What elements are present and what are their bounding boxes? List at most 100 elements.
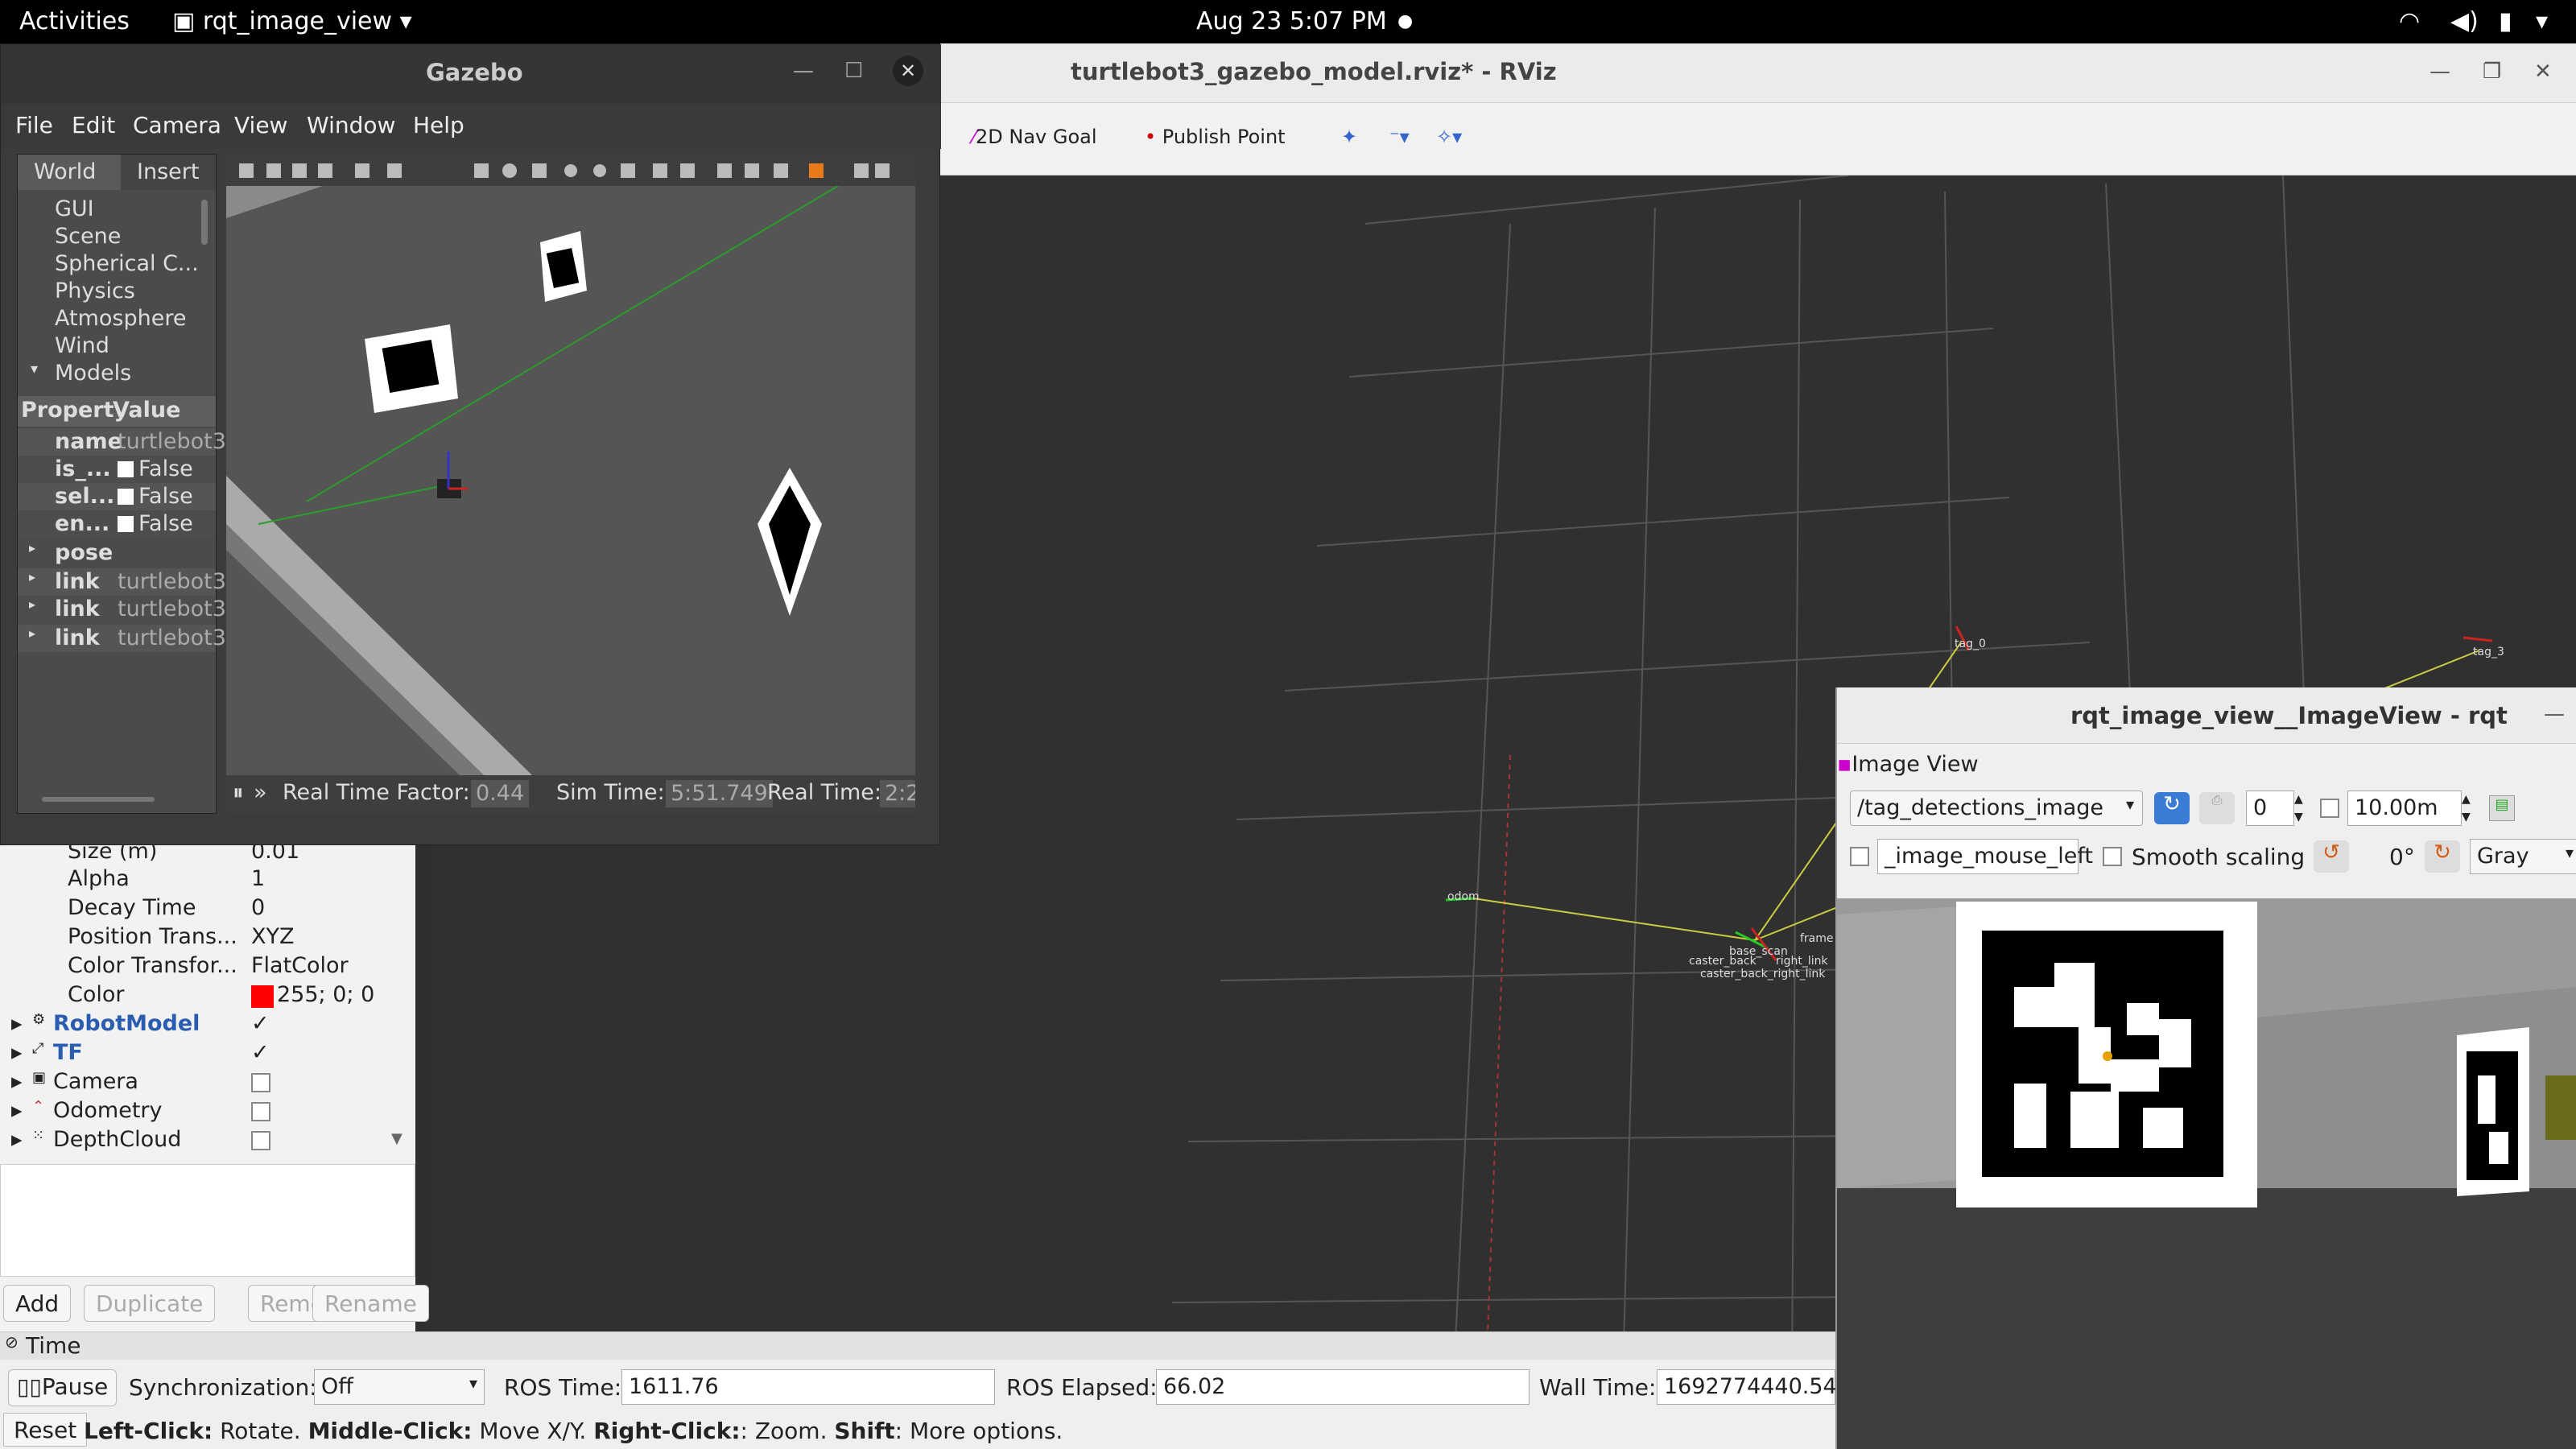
step-icon[interactable]: » (254, 780, 267, 805)
tool-options-icon[interactable]: ✧▾ (1436, 126, 1462, 148)
expand-arrow-icon[interactable]: ▸ (29, 540, 35, 555)
add-tool-icon[interactable]: ✦ (1341, 126, 1357, 148)
prop-row-pose[interactable]: ▸ pose (18, 539, 216, 567)
tree-item-atmosphere[interactable]: Atmosphere (55, 306, 186, 331)
duplicate-display-button[interactable]: Duplicate (84, 1285, 216, 1322)
wall-time-field[interactable]: 1692774440.54 (1657, 1369, 1837, 1405)
menu-edit[interactable]: Edit (72, 112, 115, 138)
display-enabled-checkbox[interactable]: ✓ (251, 1011, 270, 1036)
expand-arrow-icon[interactable]: ▸ (11, 1098, 23, 1123)
display-camera[interactable]: ▸ ▣ Camera (0, 1067, 415, 1096)
display-enabled-checkbox[interactable] (251, 1098, 270, 1123)
tree-item-physics[interactable]: Physics (55, 279, 135, 303)
expand-arrow-icon[interactable]: ▸ (29, 569, 35, 584)
sync-select[interactable]: Off ▾ (314, 1369, 485, 1405)
spin-field[interactable]: 0 (2246, 791, 2294, 826)
menu-camera[interactable]: Camera (133, 112, 221, 138)
tree-item-gui[interactable]: GUI (55, 196, 94, 221)
expand-arrow-icon[interactable]: ▸ (11, 1040, 23, 1065)
property-row[interactable]: Color Transfor... FlatColor (0, 952, 415, 980)
prop-row-self-collide[interactable]: sel... False (18, 483, 216, 510)
color-mode-select[interactable]: Gray ▾ (2470, 839, 2576, 874)
expand-arrow-icon[interactable]: ▸ (11, 1127, 23, 1152)
horizontal-scrollbar[interactable] (42, 797, 155, 802)
display-depthcloud[interactable]: ▸ ⁙ DepthCloud (0, 1125, 415, 1154)
maximize-icon[interactable]: ☐ (844, 59, 863, 83)
tree-scrollbar[interactable] (201, 200, 208, 245)
panel-close-icon[interactable]: ⊘ (5, 1332, 19, 1352)
display-tf[interactable]: ▸ ⤢ TF ✓ (0, 1038, 415, 1067)
ros-time-field[interactable]: 1611.76 (621, 1369, 995, 1405)
volume-icon[interactable]: ◀) (2450, 7, 2479, 35)
prop-row-is-static[interactable]: is_... False (18, 456, 216, 483)
prop-row-link[interactable]: ▸ link turtlebot3 (18, 596, 226, 623)
wifi-icon[interactable]: ◠ (2399, 7, 2420, 35)
max-value-field[interactable]: 10.00m (2347, 791, 2462, 826)
expand-arrow-icon[interactable]: ▸ (29, 597, 35, 612)
rotate-left-icon[interactable]: ↺ (2314, 840, 2349, 873)
display-robotmodel[interactable]: ▸ ⚙ RobotModel ✓ (0, 1009, 415, 1038)
prop-row-link[interactable]: ▸ link turtlebot3 (18, 625, 226, 652)
smooth-scaling-checkbox[interactable] (2103, 847, 2122, 866)
pause-button[interactable]: ▯▯Pause (8, 1369, 118, 1406)
tab-world[interactable]: World (18, 155, 121, 190)
menu-view[interactable]: View (234, 112, 287, 138)
close-icon[interactable]: ✕ (893, 56, 923, 86)
checkbox[interactable] (251, 1130, 270, 1150)
max-spin-arrows-icon[interactable]: ▲ ▼ (2462, 791, 2471, 826)
checkbox[interactable] (251, 1101, 270, 1121)
expand-arrow-icon[interactable]: ▸ (11, 1069, 23, 1094)
expand-arrow-icon[interactable]: ▸ (11, 1011, 23, 1036)
display-enabled-checkbox[interactable]: ✓ (251, 1040, 270, 1065)
clock[interactable]: Aug 23 5:07 PM (1196, 7, 1387, 35)
minimize-icon[interactable]: — (2429, 60, 2450, 84)
display-enabled-checkbox[interactable] (251, 1069, 270, 1094)
tab-insert[interactable]: Insert (121, 155, 216, 190)
expand-arrow-icon[interactable]: ▸ (29, 625, 35, 641)
checkbox[interactable] (118, 516, 134, 532)
mouse-publish-checkbox[interactable] (1850, 847, 1869, 866)
camera-image[interactable] (1837, 898, 2576, 1449)
display-enabled-checkbox[interactable] (251, 1127, 270, 1152)
topic-select[interactable]: /tag_detections_image ▾ (1850, 791, 2143, 826)
display-odometry[interactable]: ▸ ⌃ Odometry (0, 1096, 415, 1125)
tree-item-wind[interactable]: Wind (55, 333, 109, 358)
prop-row-link[interactable]: ▸ link turtlebot3 (18, 568, 226, 596)
property-row[interactable]: Alpha 1 (0, 865, 415, 894)
reset-button[interactable]: Reset (3, 1413, 88, 1447)
checkbox[interactable] (251, 1072, 270, 1092)
scroll-down-icon[interactable]: ▼ (391, 1130, 411, 1156)
checkbox[interactable] (118, 489, 134, 505)
property-row[interactable]: Position Trans... XYZ (0, 923, 415, 952)
tree-item-scene[interactable]: Scene (55, 224, 121, 249)
mouse-topic-field[interactable]: _image_mouse_left (1877, 839, 2093, 874)
nav-goal-tool[interactable]: ⁄2D Nav Goal (972, 126, 1097, 148)
play-pause-icon[interactable]: ⏸ (233, 780, 244, 806)
spin-arrows-icon[interactable]: ▲ ▼ (2294, 791, 2303, 826)
battery-icon[interactable]: ▮ (2499, 7, 2512, 35)
close-icon[interactable]: ✕ (2534, 60, 2552, 84)
checkbox[interactable] (118, 461, 134, 477)
image-icon[interactable]: ▤ (2489, 795, 2515, 821)
restore-icon[interactable]: ❐ (2483, 60, 2501, 84)
tree-item-models[interactable]: Models (55, 361, 131, 386)
menu-window[interactable]: Window (307, 112, 395, 138)
rename-display-button[interactable]: Rename (312, 1285, 429, 1322)
minimize-icon[interactable]: — (2544, 702, 2565, 726)
menu-help[interactable]: Help (413, 112, 464, 138)
rotate-right-icon[interactable]: ↻ (2425, 840, 2460, 873)
tree-item-spherical[interactable]: Spherical C... (55, 251, 199, 276)
color-swatch[interactable] (251, 985, 274, 1008)
publish-point-tool[interactable]: • Publish Point (1145, 126, 1286, 148)
max-checkbox[interactable] (2320, 799, 2339, 818)
property-row[interactable]: Decay Time 0 (0, 894, 415, 923)
activities-button[interactable]: Activities (19, 7, 130, 35)
ros-elapsed-field[interactable]: 66.02 (1156, 1369, 1530, 1405)
add-display-button[interactable]: Add (3, 1285, 72, 1322)
menu-file[interactable]: File (15, 112, 53, 138)
refresh-icon[interactable]: ↻ (2154, 792, 2190, 824)
minimize-icon[interactable]: — (793, 59, 814, 83)
prop-row-name[interactable]: name turtlebot3 (18, 428, 226, 456)
system-menu-icon[interactable]: ▾ (2536, 7, 2548, 35)
remove-tool-icon[interactable]: ⁻▾ (1389, 126, 1410, 148)
